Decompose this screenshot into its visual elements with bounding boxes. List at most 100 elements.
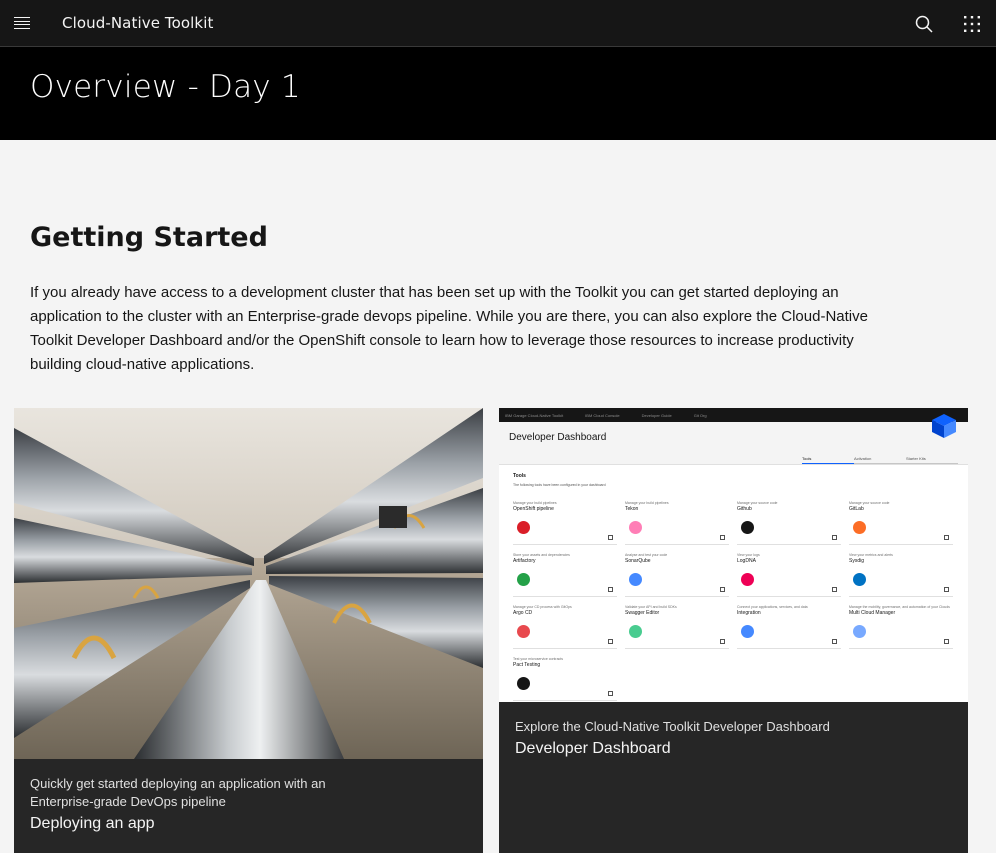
dashboard-nav-strip: IBM Garage Cloud-Native Toolkit IBM Clou… — [499, 408, 968, 422]
tool-desc: Manage your CD process with GitOps — [513, 605, 572, 609]
tool-tile: View your logs LogDNA — [737, 553, 841, 597]
tool-logo-icon — [853, 521, 866, 534]
tool-name: Swagger Editor — [625, 610, 660, 616]
external-link-icon — [608, 639, 613, 644]
card-subtitle: Explore the Cloud-Native Toolkit Develop… — [515, 719, 830, 734]
tool-logo-icon — [629, 573, 642, 586]
card-title[interactable]: Deploying an app — [30, 813, 390, 835]
card-caption: Explore the Cloud-Native Toolkit Develop… — [515, 718, 875, 760]
tool-desc: Manage your build pipelines — [513, 501, 557, 505]
tool-logo-icon — [741, 573, 754, 586]
page-title: Overview - Day 1 — [30, 69, 301, 105]
card-deploying-an-app[interactable]: Quickly get started deploying an applica… — [14, 408, 483, 853]
card-developer-dashboard[interactable]: IBM Garage Cloud-Native Toolkit IBM Clou… — [499, 408, 968, 853]
app-title[interactable]: Cloud-Native Toolkit — [62, 14, 213, 32]
pipeline-image — [14, 408, 483, 759]
tool-logo-icon — [629, 625, 642, 638]
tool-name: OpenShift pipeline — [513, 506, 554, 512]
external-link-icon — [608, 587, 613, 592]
tool-name: Artifactory — [513, 558, 536, 564]
tool-desc: Store your assets and dependencies — [513, 553, 570, 557]
tool-tile: Manage your build pipelines Tekon — [625, 501, 729, 545]
external-link-icon — [720, 587, 725, 592]
external-link-icon — [608, 691, 613, 696]
tool-desc: Manage the mobility, governance, and aut… — [849, 605, 950, 609]
dashboard-nav-item: IBM Cloud Console — [585, 412, 620, 418]
dashboard-tab: Activation — [854, 456, 906, 464]
dashboard-tab: Tools — [802, 456, 854, 464]
menu-icon[interactable] — [0, 0, 44, 47]
tool-name: Integration — [737, 610, 761, 616]
cube-logo-icon — [932, 414, 956, 438]
tool-tile: Store your assets and dependencies Artifa… — [513, 553, 617, 597]
dashboard-screenshot: IBM Garage Cloud-Native Toolkit IBM Clou… — [499, 408, 968, 702]
external-link-icon — [720, 535, 725, 540]
dashboard-body: Tools The following tools have been conf… — [499, 465, 968, 709]
tool-tile: View your metrics and alerts Sysdig — [849, 553, 953, 597]
tool-desc: Validate your API and build SDKs — [625, 605, 677, 609]
tool-name: Sysdig — [849, 558, 865, 564]
dashboard-nav-item: Developer Guide — [641, 412, 672, 418]
tool-name: Multi Cloud Manager — [849, 610, 896, 616]
tool-logo-icon — [517, 625, 530, 638]
card-title[interactable]: Developer Dashboard — [515, 738, 875, 760]
tool-name: Tekon — [625, 506, 639, 512]
tool-desc: Manage your source code — [849, 501, 890, 505]
tool-tile: Connect your applications, services, and… — [737, 605, 841, 649]
tool-desc: Connect your applications, services, and… — [737, 605, 808, 609]
dashboard-nav-item: Git Org — [693, 412, 707, 418]
card-caption: Quickly get started deploying an applica… — [30, 775, 390, 835]
card-subtitle: Quickly get started deploying an applica… — [30, 776, 326, 809]
dashboard-tab: Starter Kits — [906, 456, 958, 464]
main-content: Getting Started If you already have acce… — [0, 140, 996, 853]
tool-desc: View your logs — [737, 553, 760, 557]
tool-logo-icon — [517, 677, 530, 690]
tool-logo-icon — [517, 521, 530, 534]
tool-logo-icon — [853, 573, 866, 586]
dashboard-section-desc: The following tools have been configured… — [513, 483, 606, 487]
tool-logo-icon — [741, 625, 754, 638]
tool-desc: Manage your build pipelines — [625, 501, 669, 505]
external-link-icon — [720, 639, 725, 644]
tool-tile: Test your microservice contracts Pact Tes… — [513, 657, 617, 701]
tool-tile: Manage the mobility, governance, and aut… — [849, 605, 953, 649]
tool-tile: Manage your build pipelines OpenShift pip… — [513, 501, 617, 545]
tool-tile: Manage your source code GitLab — [849, 501, 953, 545]
tool-tile: Manage your CD process with GitOps Argo C… — [513, 605, 617, 649]
external-link-icon — [608, 535, 613, 540]
tool-tile: Validate your API and build SDKs Swagger … — [625, 605, 729, 649]
dashboard-tabs: Tools Activation Starter Kits — [802, 456, 958, 464]
tool-name: Github — [737, 506, 752, 512]
tool-name: SonarQube — [625, 558, 651, 564]
tool-name: GitLab — [849, 506, 864, 512]
tool-desc: Analyse and test your code — [625, 553, 668, 557]
external-link-icon — [944, 639, 949, 644]
dashboard-nav-item: IBM Garage Cloud-Native Toolkit — [505, 412, 564, 418]
tool-tile: Manage your source code Github — [737, 501, 841, 545]
dashboard-section-title: Tools — [513, 473, 526, 479]
external-link-icon — [832, 535, 837, 540]
tool-name: Argo CD — [513, 610, 533, 616]
external-link-icon — [944, 535, 949, 540]
tool-desc: Test your microservice contracts — [513, 657, 563, 661]
top-navigation-bar: Cloud-Native Toolkit — [0, 0, 996, 47]
page-hero: Overview - Day 1 — [0, 47, 996, 140]
tool-logo-icon — [853, 625, 866, 638]
tool-name: Pact Testing — [513, 662, 541, 668]
search-icon[interactable] — [900, 0, 948, 47]
tool-name: LogDNA — [737, 558, 756, 564]
external-link-icon — [944, 587, 949, 592]
tool-desc: View your metrics and alerts — [849, 553, 893, 557]
intro-paragraph: If you already have access to a developm… — [30, 284, 868, 373]
tool-logo-icon — [741, 521, 754, 534]
tool-tile: Analyse and test your code SonarQube — [625, 553, 729, 597]
section-title: Getting Started — [30, 222, 268, 253]
dashboard-header: Developer Dashboard Tools Activation Sta… — [499, 414, 968, 465]
external-link-icon — [832, 587, 837, 592]
tool-logo-icon — [517, 573, 530, 586]
external-link-icon — [832, 639, 837, 644]
app-switcher-icon[interactable] — [948, 0, 996, 47]
tool-desc: Manage your source code — [737, 501, 778, 505]
tool-logo-icon — [629, 521, 642, 534]
dashboard-title: Developer Dashboard — [509, 432, 607, 443]
